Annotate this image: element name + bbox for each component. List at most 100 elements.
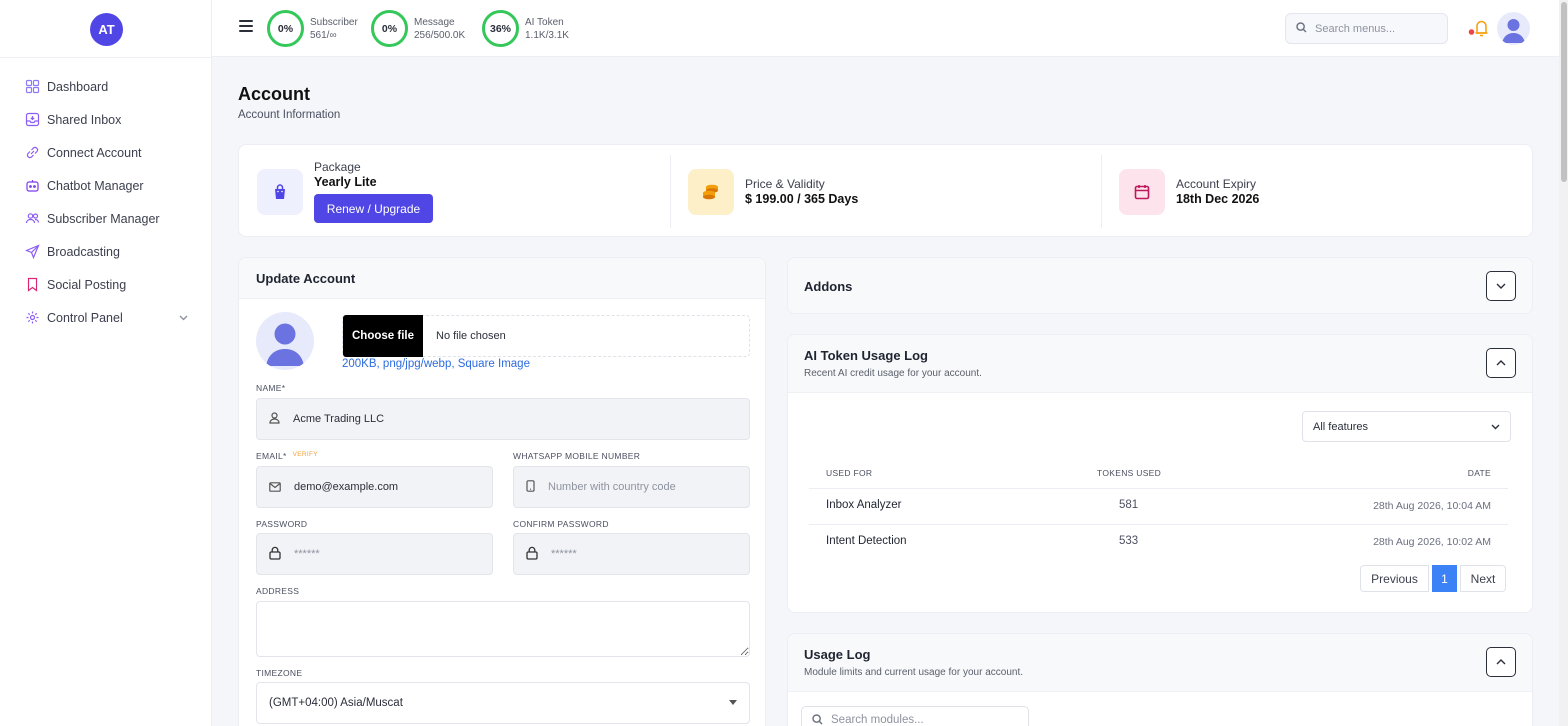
chevron-up-icon — [1496, 659, 1506, 665]
file-upload: Choose file No file chosen — [342, 315, 750, 357]
feature-filter-value: All features — [1313, 420, 1369, 433]
sidebar-item-control-panel[interactable]: Control Panel — [0, 301, 212, 334]
notification-bell-icon[interactable] — [1468, 18, 1490, 38]
file-name-text: No file chosen — [436, 330, 506, 342]
sidebar-item-connect-account[interactable]: Connect Account — [0, 136, 212, 169]
renew-upgrade-button[interactable]: Renew / Upgrade — [314, 194, 433, 223]
tokens-cell: 533 — [1119, 535, 1139, 547]
page-scrollbar-thumb[interactable] — [1561, 2, 1567, 182]
sidebar-item-dashboard[interactable]: Dashboard — [0, 70, 212, 103]
sidebar-item-broadcasting[interactable]: Broadcasting — [0, 235, 212, 268]
confirm-password-input[interactable] — [551, 548, 730, 560]
user-avatar[interactable] — [1497, 12, 1530, 45]
price-summary: Price & Validity $ 199.00 / 365 Days — [688, 145, 858, 238]
date-cell: 28th Aug 2026, 10:04 AM — [1373, 500, 1491, 512]
lock-icon — [269, 546, 281, 563]
progress-ring: 36% — [482, 10, 519, 47]
menu-toggle-icon[interactable] — [239, 20, 253, 33]
brand-logo[interactable]: AT — [90, 13, 123, 46]
choose-file-button[interactable]: Choose file — [343, 315, 423, 357]
page-title: Account — [238, 84, 310, 104]
module-search-input[interactable] — [831, 714, 1011, 726]
sidebar-item-label: Social Posting — [47, 277, 127, 292]
bot-icon — [25, 178, 40, 193]
gear-icon — [25, 310, 40, 325]
timezone-select[interactable]: (GMT+04:00) Asia/Muscat — [256, 682, 750, 724]
password-input[interactable] — [294, 548, 473, 560]
address-label: ADDRESS — [256, 586, 300, 596]
address-textarea[interactable] — [256, 601, 750, 657]
progress-ring: 0% — [267, 10, 304, 47]
collapse-button[interactable] — [1486, 348, 1516, 378]
sidebar-item-chatbot-manager[interactable]: Chatbot Manager — [0, 169, 212, 202]
feature-filter-select[interactable]: All features — [1302, 411, 1511, 442]
used-for-cell: Inbox Analyzer — [826, 499, 902, 511]
ai-log-subtitle: Recent AI credit usage for your account. — [804, 368, 982, 379]
sidebar-item-label: Subscriber Manager — [47, 211, 160, 226]
sidebar-item-label: Shared Inbox — [47, 112, 122, 127]
column-header-used-for: USED FOR — [826, 468, 873, 478]
usage-log-subtitle: Module limits and current usage for your… — [804, 667, 1023, 678]
whatsapp-label: WHATSAPP MOBILE NUMBER — [513, 451, 641, 461]
package-label: Package — [314, 160, 361, 174]
email-input[interactable] — [294, 481, 473, 493]
next-page-button[interactable]: Next — [1460, 565, 1506, 592]
ai-log-title: AI Token Usage Log — [804, 348, 928, 363]
chevron-up-icon — [1496, 360, 1506, 366]
confirm-password-label: CONFIRM PASSWORD — [513, 519, 609, 529]
whatsapp-input[interactable] — [548, 481, 727, 493]
email-label-text: EMAIL* — [256, 451, 287, 461]
user-icon — [269, 411, 280, 427]
inbox-icon — [25, 112, 40, 127]
menu-search-input[interactable] — [1315, 22, 1435, 35]
name-input[interactable] — [293, 413, 677, 425]
collapse-button[interactable] — [1486, 647, 1516, 677]
sidebar-item-label: Chatbot Manager — [47, 178, 144, 193]
stat-label: AI Token — [525, 16, 564, 28]
stat-value: 561/∞ — [310, 29, 337, 41]
sidebar-item-label: Control Panel — [47, 310, 123, 325]
progress-ring: 0% — [371, 10, 408, 47]
expiry-summary: Account Expiry 18th Dec 2026 — [1119, 145, 1259, 238]
account-summary-card: Package Yearly Lite Renew / Upgrade Pric… — [238, 144, 1533, 237]
chevron-down-icon — [1496, 283, 1506, 289]
sidebar-item-label: Connect Account — [47, 145, 142, 160]
grid-icon — [25, 79, 40, 94]
topbar: 0% Subscriber 561/∞ 0% Message 256/500.0… — [212, 0, 1568, 57]
usage-log-title: Usage Log — [804, 647, 871, 662]
package-value: Yearly Lite — [314, 175, 377, 189]
expiry-label: Account Expiry — [1176, 177, 1257, 191]
sidebar-item-shared-inbox[interactable]: Shared Inbox — [0, 103, 212, 136]
expiry-value: 18th Dec 2026 — [1176, 192, 1260, 206]
sidebar-item-subscriber-manager[interactable]: Subscriber Manager — [0, 202, 212, 235]
sidebar-divider — [0, 57, 212, 58]
used-for-cell: Intent Detection — [826, 535, 907, 547]
users-icon — [25, 211, 40, 226]
sidebar-item-label: Dashboard — [47, 79, 109, 94]
divider — [1101, 155, 1102, 228]
stat-message: 0% Message 256/500.0K — [371, 10, 465, 47]
page-1-button[interactable]: 1 — [1432, 565, 1457, 592]
mail-icon — [269, 480, 281, 495]
name-field — [256, 398, 750, 440]
shopping-bag-icon — [257, 168, 303, 215]
chevron-down-icon[interactable] — [179, 313, 188, 323]
sidebar-nav: Dashboard Shared Inbox Connect Account C… — [0, 70, 212, 334]
previous-page-button[interactable]: Previous — [1360, 565, 1429, 592]
file-hint: 200KB, png/jpg/webp, Square Image — [342, 358, 530, 370]
search-icon — [812, 713, 823, 726]
lock-icon — [526, 546, 538, 563]
date-cell: 28th Aug 2026, 10:02 AM — [1373, 536, 1491, 548]
verify-link[interactable]: VERIFY — [293, 451, 318, 458]
page-subtitle: Account Information — [238, 109, 341, 121]
search-icon — [1296, 21, 1307, 36]
column-header-tokens: TOKENS USED — [1097, 468, 1162, 478]
package-summary: Package Yearly Lite Renew / Upgrade — [257, 145, 433, 238]
coins-icon — [688, 168, 734, 215]
calendar-icon — [1119, 168, 1165, 215]
price-value: $ 199.00 / 365 Days — [745, 192, 859, 206]
stat-ai-token: 36% AI Token 1.1K/3.1K — [482, 10, 569, 47]
sidebar-item-social-posting[interactable]: Social Posting — [0, 268, 212, 301]
divider — [670, 155, 671, 228]
expand-button[interactable] — [1486, 271, 1516, 301]
